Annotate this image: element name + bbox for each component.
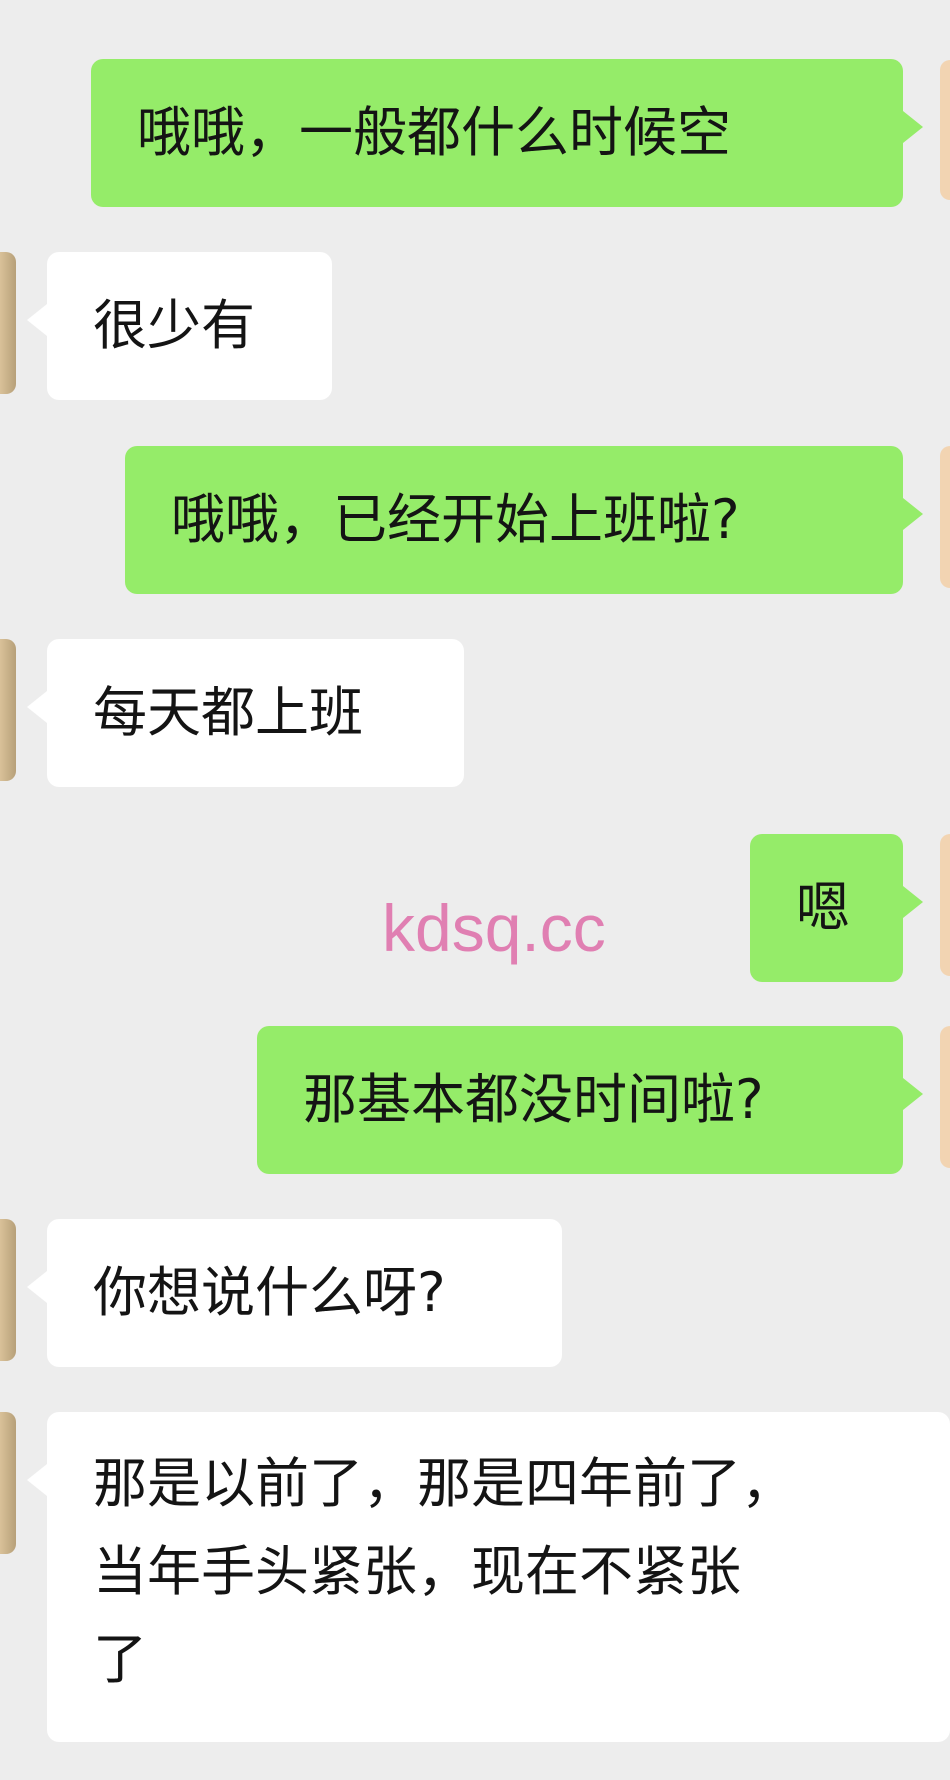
message-text: 很少有	[93, 294, 255, 357]
my-avatar[interactable]	[940, 446, 950, 588]
message-text: 那基本都没时间啦?	[303, 1068, 764, 1131]
watermark-text: kdsq.cc	[382, 891, 606, 965]
message-text: 哦哦，已经开始上班啦?	[171, 488, 740, 551]
sent-message-bubble[interactable]: 嗯	[750, 834, 923, 982]
contact-avatar[interactable]	[0, 1219, 16, 1361]
message-text: 每天都上班	[93, 681, 363, 744]
contact-avatar[interactable]	[0, 252, 16, 394]
contact-avatar[interactable]	[0, 1412, 16, 1554]
message-text-line: 当年手头紧张，现在不紧张	[93, 1540, 741, 1603]
my-avatar[interactable]	[940, 834, 950, 976]
received-message-bubble[interactable]: 那是以前了，那是四年前了， 当年手头紧张，现在不紧张 了	[27, 1412, 950, 1742]
received-message-bubble[interactable]: 每天都上班	[27, 639, 464, 787]
received-message-bubble[interactable]: 你想说什么呀?	[27, 1219, 562, 1367]
my-avatar[interactable]	[940, 60, 950, 200]
message-text: 哦哦，一般都什么时候空	[137, 101, 731, 164]
contact-avatar[interactable]	[0, 639, 16, 781]
message-text: 嗯	[796, 876, 850, 939]
sent-message-bubble[interactable]: 那基本都没时间啦?	[257, 1026, 923, 1174]
message-text-line: 了	[93, 1628, 147, 1691]
my-avatar[interactable]	[940, 1026, 950, 1168]
message-text-line: 那是以前了，那是四年前了，	[93, 1452, 795, 1515]
message-text: 你想说什么呀?	[93, 1261, 446, 1324]
chat-message-list[interactable]: 哦哦，一般都什么时候空 很少有 哦哦，已经开始上班啦? 每天都上班 嗯 那基本都…	[0, 0, 950, 1780]
sent-message-bubble[interactable]: 哦哦，已经开始上班啦?	[125, 446, 923, 594]
received-message-bubble[interactable]: 很少有	[27, 252, 332, 400]
sent-message-bubble[interactable]: 哦哦，一般都什么时候空	[91, 59, 923, 207]
